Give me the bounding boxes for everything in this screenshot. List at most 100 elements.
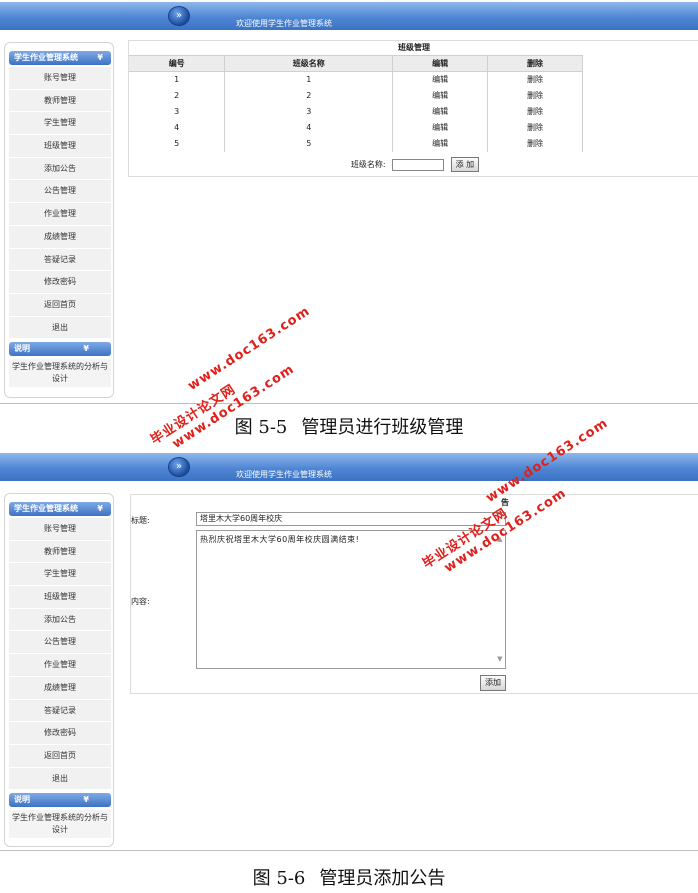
sidebar-item-student[interactable]: 学生管理 bbox=[9, 112, 111, 136]
col-header-delete: 删除 bbox=[487, 55, 583, 72]
double-chevron-icon[interactable]: » bbox=[168, 6, 190, 26]
title-input[interactable]: 塔里木大学60周年校庆 bbox=[196, 512, 506, 526]
edit-link[interactable]: 编辑 bbox=[392, 119, 489, 136]
sidebar-item-teacher[interactable]: 教师管理 bbox=[9, 89, 111, 113]
sidebar-section-header[interactable]: 学生作业管理系统 ¥ bbox=[9, 51, 111, 65]
sidebar-item-logout[interactable]: 退出 bbox=[9, 767, 111, 791]
chevron-down-icon: ¥ bbox=[97, 53, 103, 62]
chevron-down-icon: ¥ bbox=[83, 344, 89, 353]
table-row: 1 1 编辑 删除 bbox=[129, 71, 583, 88]
cell-name: 4 bbox=[224, 119, 394, 136]
title-label: 标题: bbox=[131, 516, 150, 525]
sidebar-item-qa[interactable]: 答疑记录 bbox=[9, 699, 111, 723]
sidebar-item-class[interactable]: 班级管理 bbox=[9, 586, 111, 609]
sidebar-item-announcement[interactable]: 公告管理 bbox=[9, 631, 111, 655]
top-banner: » 欢迎使用学生作业管理系统 bbox=[0, 453, 698, 481]
class-name-label: 班级名称: bbox=[350, 160, 386, 169]
class-table: 编号 班级名称 编辑 删除 1 1 编辑 删除 2 2 编辑 删除 3 3 编辑… bbox=[129, 55, 583, 152]
sidebar-note-title: 说明 bbox=[14, 344, 30, 353]
scroll-down-icon[interactable]: ▼ bbox=[497, 653, 503, 666]
table-row: 4 4 编辑 删除 bbox=[129, 119, 583, 136]
sidebar-item-add-announcement[interactable]: 添加公告 bbox=[9, 157, 111, 181]
sidebar-item-homework[interactable]: 作业管理 bbox=[9, 654, 111, 677]
sidebar-item-qa[interactable]: 答疑记录 bbox=[9, 248, 111, 272]
top-banner: » 欢迎使用学生作业管理系统 bbox=[0, 2, 698, 30]
sidebar-item-logout[interactable]: 退出 bbox=[9, 316, 111, 340]
screenshot-class-management: » 欢迎使用学生作业管理系统 学生作业管理系统 ¥ 账号管理 教师管理 学生管理… bbox=[0, 0, 698, 404]
add-class-form: 班级名称: 添 加 bbox=[129, 157, 698, 172]
delete-link[interactable]: 删除 bbox=[487, 119, 583, 136]
chevron-down-icon: ¥ bbox=[97, 504, 103, 513]
edit-link[interactable]: 编辑 bbox=[392, 71, 489, 88]
note-line: 设计 bbox=[52, 825, 68, 834]
figure-caption-5-6: 图 5-6 管理员添加公告 bbox=[0, 864, 698, 890]
edit-link[interactable]: 编辑 bbox=[392, 87, 489, 104]
cell-name: 1 bbox=[224, 71, 394, 88]
welcome-text: 欢迎使用学生作业管理系统 bbox=[236, 19, 332, 28]
cell-id: 2 bbox=[129, 87, 226, 104]
class-panel: 班级管理 编号 班级名称 编辑 删除 1 1 编辑 删除 2 2 编辑 删除 3… bbox=[128, 40, 698, 177]
cell-id: 5 bbox=[129, 135, 226, 152]
sidebar-item-account[interactable]: 账号管理 bbox=[9, 518, 111, 541]
col-header-edit: 编辑 bbox=[392, 55, 489, 72]
sidebar-item-announcement[interactable]: 公告管理 bbox=[9, 180, 111, 204]
edit-link[interactable]: 编辑 bbox=[392, 103, 489, 120]
cell-name: 2 bbox=[224, 87, 394, 104]
screenshot-add-announcement: » 欢迎使用学生作业管理系统 学生作业管理系统 ¥ 账号管理 教师管理 学生管理… bbox=[0, 451, 698, 851]
sidebar-menu: 账号管理 教师管理 学生管理 班级管理 添加公告 公告管理 作业管理 成绩管理 … bbox=[9, 518, 111, 791]
sidebar-note-text: 学生作业管理系统的分析与 设计 bbox=[9, 810, 111, 838]
cell-id: 4 bbox=[129, 119, 226, 136]
announcement-panel: 告 标题: 塔里木大学60周年校庆 内容: 热烈庆祝塔里木大学60周年校庆圆满结… bbox=[130, 494, 698, 694]
sidebar-item-grades[interactable]: 成绩管理 bbox=[9, 676, 111, 700]
welcome-text: 欢迎使用学生作业管理系统 bbox=[236, 470, 332, 479]
cell-id: 1 bbox=[129, 71, 226, 88]
sidebar-item-student[interactable]: 学生管理 bbox=[9, 563, 111, 587]
table-row: 2 2 编辑 删除 bbox=[129, 87, 583, 104]
class-name-input[interactable] bbox=[392, 158, 445, 171]
sidebar-note-header[interactable]: 说明 ¥ bbox=[9, 793, 111, 807]
sidebar-item-home[interactable]: 返回首页 bbox=[9, 744, 111, 768]
sidebar-item-teacher[interactable]: 教师管理 bbox=[9, 540, 111, 564]
cell-name: 5 bbox=[224, 135, 394, 152]
sidebar-menu: 账号管理 教师管理 学生管理 班级管理 添加公告 公告管理 作业管理 成绩管理 … bbox=[9, 67, 111, 340]
sidebar-item-grades[interactable]: 成绩管理 bbox=[9, 225, 111, 249]
cell-id: 3 bbox=[129, 103, 226, 120]
table-row: 5 5 编辑 删除 bbox=[129, 135, 583, 152]
col-header-id: 编号 bbox=[129, 55, 226, 72]
figure-number: 图 5-6 bbox=[252, 868, 306, 889]
figure-text: 管理员进行班级管理 bbox=[301, 417, 464, 438]
delete-link[interactable]: 删除 bbox=[487, 71, 583, 88]
sidebar-note-text: 学生作业管理系统的分析与 设计 bbox=[9, 359, 111, 387]
add-announcement-button[interactable]: 添加 bbox=[480, 675, 506, 691]
sidebar-item-class[interactable]: 班级管理 bbox=[9, 135, 111, 158]
sidebar-section-header[interactable]: 学生作业管理系统 ¥ bbox=[9, 502, 111, 516]
sidebar-section-title: 学生作业管理系统 bbox=[14, 53, 78, 62]
sidebar: 学生作业管理系统 ¥ 账号管理 教师管理 学生管理 班级管理 添加公告 公告管理… bbox=[4, 42, 114, 398]
sidebar-item-homework[interactable]: 作业管理 bbox=[9, 203, 111, 226]
sidebar-note-title: 说明 bbox=[14, 795, 30, 804]
chevron-down-icon: ¥ bbox=[83, 795, 89, 804]
delete-link[interactable]: 删除 bbox=[487, 103, 583, 120]
sidebar-item-password[interactable]: 修改密码 bbox=[9, 722, 111, 745]
note-line: 学生作业管理系统的分析与 bbox=[12, 813, 108, 822]
delete-link[interactable]: 删除 bbox=[487, 135, 583, 152]
figure-text: 管理员添加公告 bbox=[319, 868, 446, 889]
content-text: 热烈庆祝塔里木大学60周年校庆圆满结束! bbox=[200, 535, 360, 544]
sidebar-item-add-announcement[interactable]: 添加公告 bbox=[9, 608, 111, 632]
panel-title: 班级管理 bbox=[398, 43, 430, 52]
sidebar-item-password[interactable]: 修改密码 bbox=[9, 271, 111, 294]
cell-name: 3 bbox=[224, 103, 394, 120]
sidebar-item-account[interactable]: 账号管理 bbox=[9, 67, 111, 90]
table-row: 3 3 编辑 删除 bbox=[129, 103, 583, 120]
edit-link[interactable]: 编辑 bbox=[392, 135, 489, 152]
note-line: 学生作业管理系统的分析与 bbox=[12, 362, 108, 371]
note-line: 设计 bbox=[52, 374, 68, 383]
content-label: 内容: bbox=[131, 597, 150, 606]
sidebar-note-header[interactable]: 说明 ¥ bbox=[9, 342, 111, 356]
delete-link[interactable]: 删除 bbox=[487, 87, 583, 104]
sidebar: 学生作业管理系统 ¥ 账号管理 教师管理 学生管理 班级管理 添加公告 公告管理… bbox=[4, 493, 114, 847]
add-class-button[interactable]: 添 加 bbox=[450, 157, 480, 172]
double-chevron-icon[interactable]: » bbox=[168, 457, 190, 477]
sidebar-item-home[interactable]: 返回首页 bbox=[9, 293, 111, 317]
sidebar-section-title: 学生作业管理系统 bbox=[14, 504, 78, 513]
